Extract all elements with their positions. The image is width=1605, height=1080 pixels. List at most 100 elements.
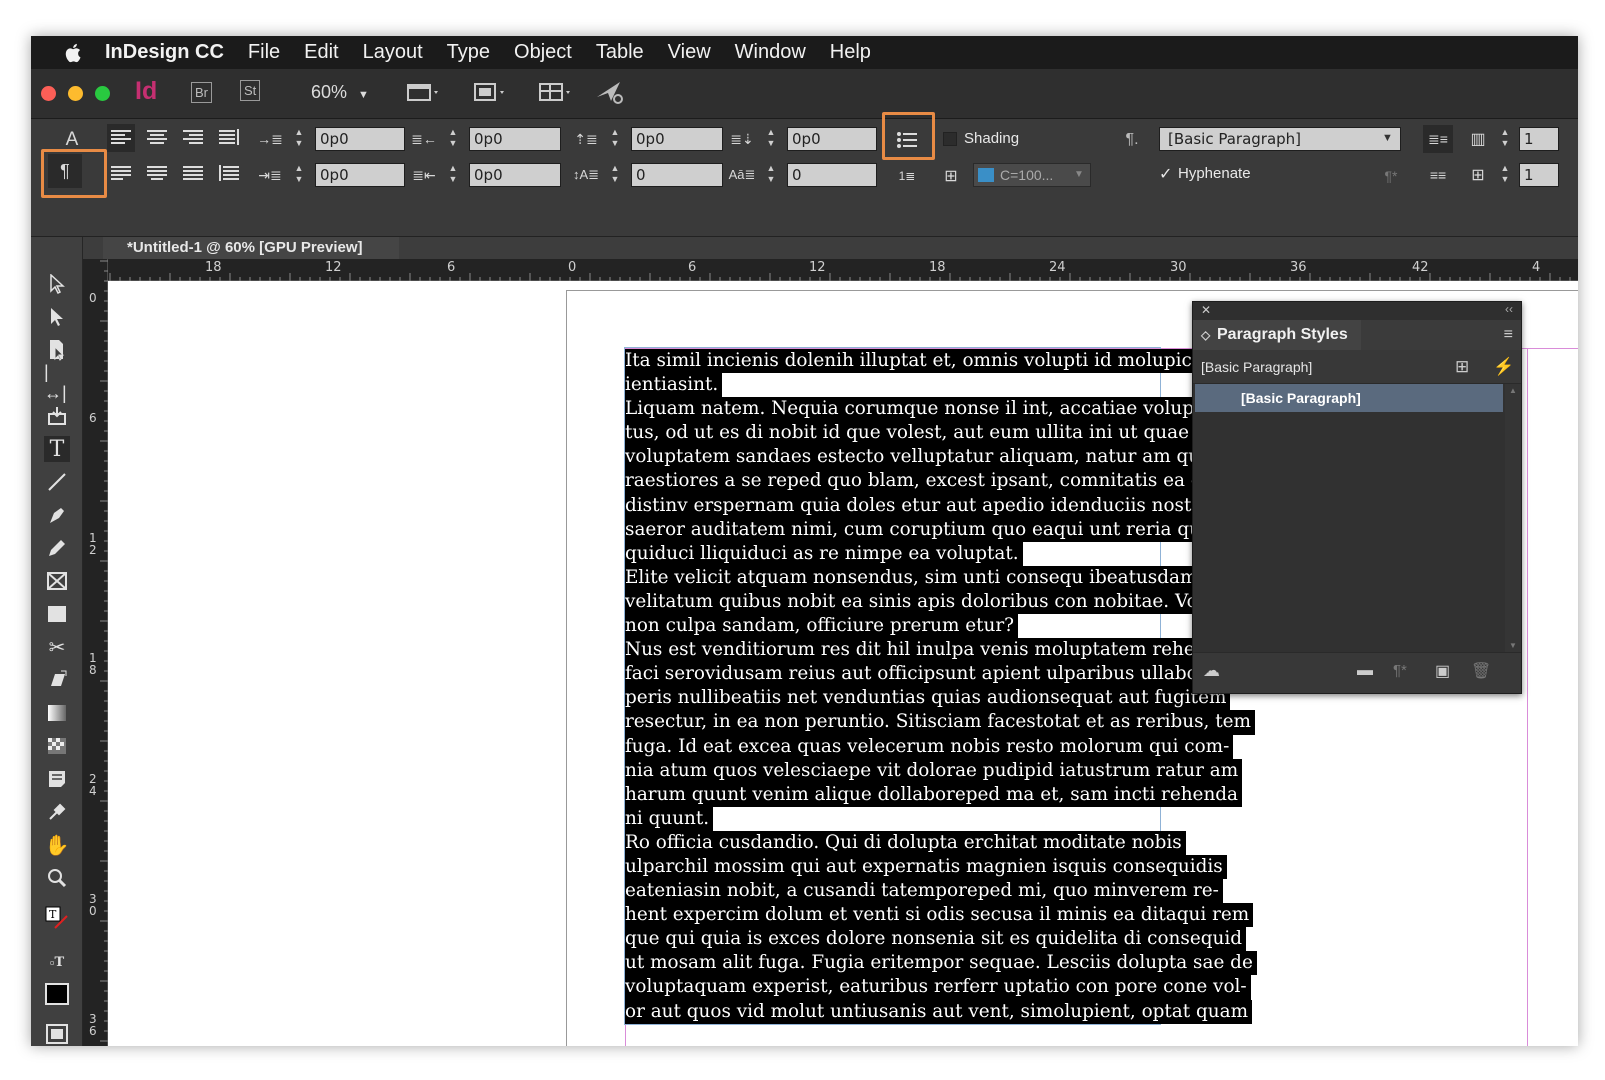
cc-libraries-icon[interactable]: ☁: [1203, 661, 1220, 681]
text-line[interactable]: nia atum quos velesciaepe vit dolorae pu…: [625, 758, 1243, 783]
menu-view[interactable]: View: [668, 41, 711, 64]
text-line[interactable]: quiduci lliquiduci as re nimpe ea volupt…: [625, 541, 1023, 566]
align-towards-spine-icon[interactable]: [215, 124, 243, 152]
numbered-list-icon[interactable]: 1≣: [893, 163, 921, 189]
text-line[interactable]: fuga. Id eat excea quas velecerum nobis …: [625, 734, 1234, 759]
clear-overrides-panel-icon[interactable]: ¶*: [1393, 662, 1407, 679]
zoom-window-button[interactable]: [95, 86, 110, 101]
shading-color-dropdown[interactable]: C=100... ▼: [973, 163, 1091, 187]
new-style-group-icon[interactable]: ▬: [1357, 662, 1373, 680]
gap-tool-icon[interactable]: |↔|: [44, 362, 70, 403]
text-line[interactable]: saeror auditatem nimi, cum coruptium quo…: [625, 517, 1242, 542]
align-left-icon[interactable]: [107, 124, 135, 152]
text-line[interactable]: Nus est venditiorum res dit hil inulpa v…: [625, 638, 1251, 663]
close-window-button[interactable]: [41, 86, 56, 101]
shading-checkbox[interactable]: [943, 132, 957, 146]
paragraph-style-dropdown[interactable]: [Basic Paragraph] ▼: [1159, 127, 1401, 151]
panel-title-bar[interactable]: ✕ ‹‹: [1193, 302, 1521, 320]
clear-overrides-icon[interactable]: ¶*: [1377, 165, 1405, 187]
shading-table-icon[interactable]: ⊞: [939, 165, 963, 187]
justify-left-icon[interactable]: [107, 160, 135, 188]
first-line-indent-field[interactable]: 0p0: [315, 163, 405, 187]
text-line[interactable]: Ro officia cusdandio. Qui di dolupta erc…: [625, 830, 1186, 855]
new-style-icon[interactable]: ▣: [1435, 661, 1450, 681]
drop-cap-characters-field[interactable]: 0: [787, 163, 877, 187]
text-line[interactable]: voluptatem sandaes estecto velluptatur a…: [625, 445, 1261, 470]
text-line[interactable]: eateniasin nobit, a cusandi tatemporeped…: [625, 879, 1223, 904]
space-after-stepper[interactable]: ▲ ▼: [763, 127, 779, 151]
text-line[interactable]: velitatum quibus nobit ea sinis apis dol…: [625, 589, 1245, 615]
apple-logo-icon[interactable]: [59, 42, 89, 64]
zoom-tool-icon[interactable]: [44, 865, 70, 891]
text-line[interactable]: ulparchil mossim qui aut expernatis magn…: [625, 854, 1227, 880]
align-away-from-spine-icon[interactable]: [215, 160, 243, 188]
pencil-tool-icon[interactable]: [44, 535, 70, 561]
close-panel-icon[interactable]: ✕: [1201, 303, 1211, 317]
style-list-scrollbar[interactable]: ▲ ▼: [1505, 384, 1521, 652]
text-line[interactable]: peris nullibeatiis net venduntias quias …: [625, 686, 1231, 711]
text-line[interactable]: ni quunt.: [625, 806, 714, 831]
hyphenate-checkbox[interactable]: ✓: [1159, 164, 1172, 184]
text-line[interactable]: non culpa sandam, officiure prerum etur?: [625, 614, 1019, 639]
page-tool-icon[interactable]: [44, 337, 70, 363]
scroll-up-icon[interactable]: ▲: [1509, 386, 1517, 395]
line-tool-icon[interactable]: [44, 469, 70, 495]
zoom-level-dropdown[interactable]: 60% ▼: [311, 82, 369, 103]
menu-edit[interactable]: Edit: [304, 41, 338, 64]
text-line[interactable]: hent expercim dolum et venti si odis sec…: [625, 903, 1254, 928]
view-options-icon[interactable]: [403, 79, 445, 105]
content-collector-tool-icon[interactable]: [44, 403, 70, 429]
left-indent-stepper[interactable]: ▲ ▼: [291, 127, 307, 151]
minimize-window-button[interactable]: [68, 86, 83, 101]
screen-mode-icon[interactable]: [469, 79, 511, 105]
align-to-baseline-grid-icon[interactable]: ≣≡: [1423, 125, 1453, 153]
direct-selection-tool-icon[interactable]: [44, 304, 70, 330]
note-tool-icon[interactable]: [44, 766, 70, 792]
text-line[interactable]: tus, od ut es di nobit id que volest, au…: [625, 421, 1239, 446]
gradient-feather-tool-icon[interactable]: [44, 733, 70, 759]
align-right-icon[interactable]: [179, 124, 207, 152]
menu-help[interactable]: Help: [830, 41, 871, 64]
text-line[interactable]: Ita simil incienis dolenih illuptat et, …: [625, 349, 1196, 374]
collapse-panel-icon[interactable]: ‹‹: [1505, 302, 1513, 316]
apply-color-icon[interactable]: [44, 981, 70, 1007]
menu-file[interactable]: File: [248, 41, 280, 64]
text-line[interactable]: distinv erspernam quia doles etur aut ap…: [625, 493, 1222, 518]
justify-all-icon[interactable]: [179, 160, 207, 188]
fill-stroke-swatch-icon[interactable]: T: [44, 905, 70, 931]
menu-layout[interactable]: Layout: [363, 41, 423, 64]
last-line-indent-field[interactable]: 0p0: [469, 163, 561, 187]
stock-button[interactable]: St: [240, 80, 261, 101]
text-line[interactable]: faci serovidusam reius aut officipsunt a…: [625, 662, 1255, 687]
selection-tool-icon[interactable]: [44, 271, 70, 297]
span-columns-icon[interactable]: ⊞: [1465, 163, 1491, 187]
first-line-indent-stepper[interactable]: ▲ ▼: [291, 163, 307, 187]
drop-cap-lines-stepper[interactable]: ▲ ▼: [607, 163, 623, 187]
text-line[interactable]: Elite velicit atquam nonsendus, sim unti…: [625, 565, 1208, 590]
last-line-indent-stepper[interactable]: ▲ ▼: [445, 163, 461, 187]
right-indent-stepper[interactable]: ▲ ▼: [445, 127, 461, 151]
formatting-affects-container-icon[interactable]: ▫ T: [44, 949, 70, 975]
text-line[interactable]: or aut quos vid molut untiusanis aut ven…: [625, 999, 1253, 1024]
panel-tab-paragraph-styles[interactable]: ◇ Paragraph Styles: [1193, 320, 1361, 350]
justify-center-icon[interactable]: [143, 160, 171, 188]
columns-icon[interactable]: ▥: [1465, 127, 1491, 151]
screen-mode-tool-icon[interactable]: [44, 1021, 70, 1046]
panel-menu-icon[interactable]: ≡: [1504, 326, 1513, 344]
gradient-swatch-tool-icon[interactable]: [44, 700, 70, 726]
hand-tool-icon[interactable]: ✋: [44, 832, 70, 858]
rectangle-frame-tool-icon[interactable]: [44, 568, 70, 594]
space-after-field[interactable]: 0p0: [787, 127, 877, 151]
menu-table[interactable]: Table: [596, 41, 644, 64]
space-before-field[interactable]: 0p0: [631, 127, 723, 151]
eyedropper-tool-icon[interactable]: [44, 799, 70, 825]
drop-cap-characters-stepper[interactable]: ▲ ▼: [763, 163, 779, 187]
text-line[interactable]: ut mosam alit fuga. Fugia eritempor sequ…: [625, 951, 1257, 976]
text-line[interactable]: voluptaquam experist, eaturibus rerferr …: [625, 975, 1251, 1000]
left-indent-field[interactable]: 0p0: [315, 127, 405, 151]
text-line[interactable]: Liquam natem. Nequia corumque nonse il i…: [625, 397, 1205, 422]
publish-online-icon[interactable]: [591, 77, 627, 107]
span-columns-stepper[interactable]: ▲ ▼: [1497, 163, 1513, 187]
selected-text[interactable]: Ita simil incienis dolenih illuptat et, …: [625, 349, 1261, 1024]
quick-apply-icon[interactable]: ⚡: [1493, 350, 1514, 384]
